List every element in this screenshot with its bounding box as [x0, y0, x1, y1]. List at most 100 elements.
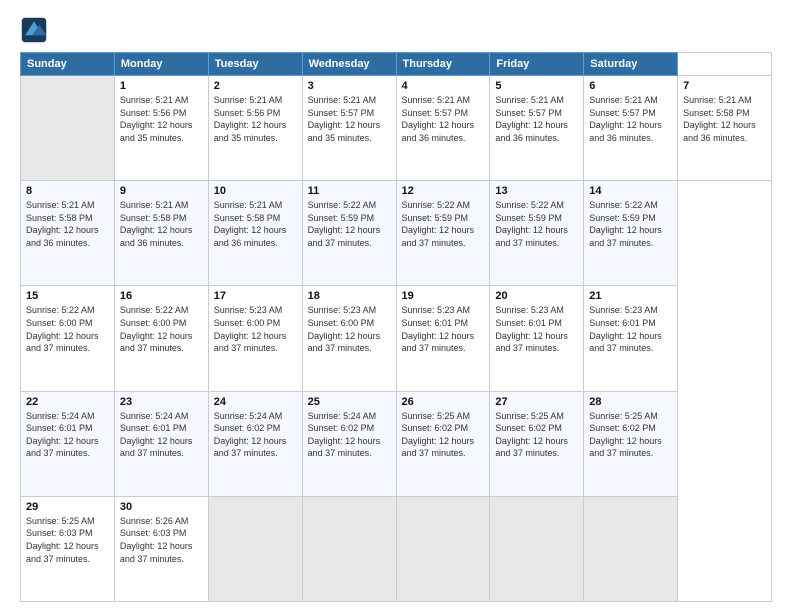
calendar-cell: 21 Sunrise: 5:23 AM Sunset: 6:01 PM Dayl…: [584, 286, 678, 391]
day-info: Sunrise: 5:21 AM Sunset: 5:56 PM Dayligh…: [120, 94, 203, 144]
day-number: 20: [495, 290, 578, 302]
day-number: 8: [26, 185, 109, 197]
calendar-cell: 29 Sunrise: 5:25 AM Sunset: 6:03 PM Dayl…: [21, 496, 115, 601]
calendar-cell: [21, 76, 115, 181]
day-info: Sunrise: 5:21 AM Sunset: 5:58 PM Dayligh…: [120, 199, 203, 249]
day-info: Sunrise: 5:21 AM Sunset: 5:56 PM Dayligh…: [214, 94, 297, 144]
day-number: 22: [26, 396, 109, 408]
day-info: Sunrise: 5:25 AM Sunset: 6:02 PM Dayligh…: [495, 410, 578, 460]
day-info: Sunrise: 5:23 AM Sunset: 6:01 PM Dayligh…: [402, 304, 485, 354]
calendar-cell: [490, 496, 584, 601]
calendar-cell: 16 Sunrise: 5:22 AM Sunset: 6:00 PM Dayl…: [114, 286, 208, 391]
calendar-cell: 10 Sunrise: 5:21 AM Sunset: 5:58 PM Dayl…: [208, 181, 302, 286]
calendar-cell: 5 Sunrise: 5:21 AM Sunset: 5:57 PM Dayli…: [490, 76, 584, 181]
calendar-header-saturday: Saturday: [584, 53, 678, 76]
day-number: 18: [308, 290, 391, 302]
calendar-cell: 20 Sunrise: 5:23 AM Sunset: 6:01 PM Dayl…: [490, 286, 584, 391]
calendar-week-5: 29 Sunrise: 5:25 AM Sunset: 6:03 PM Dayl…: [21, 496, 772, 601]
calendar-cell: [302, 496, 396, 601]
calendar-cell: 23 Sunrise: 5:24 AM Sunset: 6:01 PM Dayl…: [114, 391, 208, 496]
day-info: Sunrise: 5:24 AM Sunset: 6:02 PM Dayligh…: [308, 410, 391, 460]
day-info: Sunrise: 5:23 AM Sunset: 6:01 PM Dayligh…: [495, 304, 578, 354]
day-number: 26: [402, 396, 485, 408]
calendar-week-1: 1 Sunrise: 5:21 AM Sunset: 5:56 PM Dayli…: [21, 76, 772, 181]
calendar-header-tuesday: Tuesday: [208, 53, 302, 76]
calendar-cell: 14 Sunrise: 5:22 AM Sunset: 5:59 PM Dayl…: [584, 181, 678, 286]
day-number: 6: [589, 80, 672, 92]
day-number: 30: [120, 501, 203, 513]
page: SundayMondayTuesdayWednesdayThursdayFrid…: [0, 0, 792, 612]
day-number: 21: [589, 290, 672, 302]
day-info: Sunrise: 5:21 AM Sunset: 5:57 PM Dayligh…: [402, 94, 485, 144]
day-number: 12: [402, 185, 485, 197]
calendar-header-row: SundayMondayTuesdayWednesdayThursdayFrid…: [21, 53, 772, 76]
logo: [20, 16, 52, 44]
day-info: Sunrise: 5:23 AM Sunset: 6:00 PM Dayligh…: [214, 304, 297, 354]
day-number: 9: [120, 185, 203, 197]
day-number: 7: [683, 80, 766, 92]
calendar-cell: 15 Sunrise: 5:22 AM Sunset: 6:00 PM Dayl…: [21, 286, 115, 391]
day-info: Sunrise: 5:21 AM Sunset: 5:58 PM Dayligh…: [214, 199, 297, 249]
day-info: Sunrise: 5:22 AM Sunset: 6:00 PM Dayligh…: [26, 304, 109, 354]
calendar-header-monday: Monday: [114, 53, 208, 76]
calendar-header-sunday: Sunday: [21, 53, 115, 76]
day-number: 11: [308, 185, 391, 197]
day-number: 3: [308, 80, 391, 92]
calendar-cell: 6 Sunrise: 5:21 AM Sunset: 5:57 PM Dayli…: [584, 76, 678, 181]
day-number: 19: [402, 290, 485, 302]
calendar-cell: 19 Sunrise: 5:23 AM Sunset: 6:01 PM Dayl…: [396, 286, 490, 391]
calendar-week-4: 22 Sunrise: 5:24 AM Sunset: 6:01 PM Dayl…: [21, 391, 772, 496]
calendar-cell: 13 Sunrise: 5:22 AM Sunset: 5:59 PM Dayl…: [490, 181, 584, 286]
calendar-header-thursday: Thursday: [396, 53, 490, 76]
day-info: Sunrise: 5:25 AM Sunset: 6:03 PM Dayligh…: [26, 515, 109, 565]
calendar-body: 1 Sunrise: 5:21 AM Sunset: 5:56 PM Dayli…: [21, 76, 772, 602]
day-number: 10: [214, 185, 297, 197]
calendar-cell: [584, 496, 678, 601]
calendar-cell: 30 Sunrise: 5:26 AM Sunset: 6:03 PM Dayl…: [114, 496, 208, 601]
day-number: 13: [495, 185, 578, 197]
calendar-week-2: 8 Sunrise: 5:21 AM Sunset: 5:58 PM Dayli…: [21, 181, 772, 286]
day-info: Sunrise: 5:21 AM Sunset: 5:57 PM Dayligh…: [495, 94, 578, 144]
calendar-cell: 25 Sunrise: 5:24 AM Sunset: 6:02 PM Dayl…: [302, 391, 396, 496]
day-info: Sunrise: 5:22 AM Sunset: 5:59 PM Dayligh…: [495, 199, 578, 249]
day-info: Sunrise: 5:21 AM Sunset: 5:57 PM Dayligh…: [589, 94, 672, 144]
day-info: Sunrise: 5:21 AM Sunset: 5:57 PM Dayligh…: [308, 94, 391, 144]
day-number: 24: [214, 396, 297, 408]
calendar-cell: 8 Sunrise: 5:21 AM Sunset: 5:58 PM Dayli…: [21, 181, 115, 286]
calendar-table: SundayMondayTuesdayWednesdayThursdayFrid…: [20, 52, 772, 602]
calendar-cell: 11 Sunrise: 5:22 AM Sunset: 5:59 PM Dayl…: [302, 181, 396, 286]
day-info: Sunrise: 5:24 AM Sunset: 6:02 PM Dayligh…: [214, 410, 297, 460]
header: [20, 16, 772, 44]
day-info: Sunrise: 5:21 AM Sunset: 5:58 PM Dayligh…: [26, 199, 109, 249]
day-number: 15: [26, 290, 109, 302]
calendar-header-friday: Friday: [490, 53, 584, 76]
day-number: 29: [26, 501, 109, 513]
calendar-cell: [396, 496, 490, 601]
day-number: 25: [308, 396, 391, 408]
day-info: Sunrise: 5:22 AM Sunset: 5:59 PM Dayligh…: [308, 199, 391, 249]
day-info: Sunrise: 5:22 AM Sunset: 5:59 PM Dayligh…: [589, 199, 672, 249]
day-info: Sunrise: 5:21 AM Sunset: 5:58 PM Dayligh…: [683, 94, 766, 144]
calendar-cell: 1 Sunrise: 5:21 AM Sunset: 5:56 PM Dayli…: [114, 76, 208, 181]
day-info: Sunrise: 5:24 AM Sunset: 6:01 PM Dayligh…: [120, 410, 203, 460]
day-number: 2: [214, 80, 297, 92]
calendar-cell: 17 Sunrise: 5:23 AM Sunset: 6:00 PM Dayl…: [208, 286, 302, 391]
day-info: Sunrise: 5:26 AM Sunset: 6:03 PM Dayligh…: [120, 515, 203, 565]
calendar-cell: 27 Sunrise: 5:25 AM Sunset: 6:02 PM Dayl…: [490, 391, 584, 496]
day-number: 28: [589, 396, 672, 408]
calendar-header-wednesday: Wednesday: [302, 53, 396, 76]
day-number: 27: [495, 396, 578, 408]
day-info: Sunrise: 5:25 AM Sunset: 6:02 PM Dayligh…: [589, 410, 672, 460]
day-info: Sunrise: 5:25 AM Sunset: 6:02 PM Dayligh…: [402, 410, 485, 460]
calendar-cell: 3 Sunrise: 5:21 AM Sunset: 5:57 PM Dayli…: [302, 76, 396, 181]
day-number: 23: [120, 396, 203, 408]
calendar-cell: [208, 496, 302, 601]
calendar-cell: 12 Sunrise: 5:22 AM Sunset: 5:59 PM Dayl…: [396, 181, 490, 286]
calendar-cell: 26 Sunrise: 5:25 AM Sunset: 6:02 PM Dayl…: [396, 391, 490, 496]
calendar-cell: 18 Sunrise: 5:23 AM Sunset: 6:00 PM Dayl…: [302, 286, 396, 391]
day-number: 5: [495, 80, 578, 92]
logo-icon: [20, 16, 48, 44]
day-number: 4: [402, 80, 485, 92]
calendar-cell: 24 Sunrise: 5:24 AM Sunset: 6:02 PM Dayl…: [208, 391, 302, 496]
calendar-cell: 22 Sunrise: 5:24 AM Sunset: 6:01 PM Dayl…: [21, 391, 115, 496]
